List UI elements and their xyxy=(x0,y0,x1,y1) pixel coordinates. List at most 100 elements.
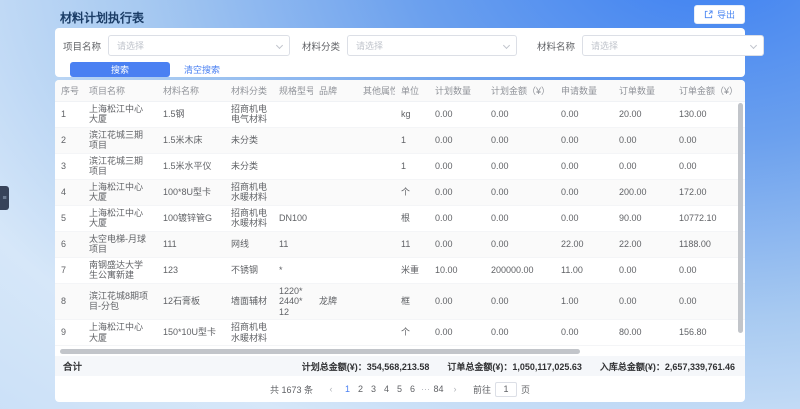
table-cell: 123 xyxy=(157,257,225,283)
table-cell: 南钢盛达大学生公寓新建 xyxy=(83,257,157,283)
table-row: 6太空电梯-月球项目111网线11110.000.0022.0022.00118… xyxy=(55,231,745,257)
table-cell: 滨江花城三期项目 xyxy=(83,127,157,153)
table-cell: 6 xyxy=(55,231,83,257)
summary-row: 合计 计划总金额(¥)：354,568,213.58订单总金额(¥)：1,050… xyxy=(55,356,745,376)
table-cell: 11.00 xyxy=(555,257,613,283)
table-cell: 0.00 xyxy=(555,179,613,205)
page-button-84[interactable]: 84 xyxy=(432,384,445,394)
table-cell: 130.00 xyxy=(673,101,745,127)
filter-field-project: 项目名称 xyxy=(63,35,290,56)
table-cell: 根 xyxy=(395,205,429,231)
horizontal-scrollbar[interactable] xyxy=(60,349,580,354)
goto-page-input[interactable] xyxy=(495,382,517,397)
summary-total: 订单总金额(¥)：1,050,117,025.63 xyxy=(447,360,582,373)
table-cell: 2 xyxy=(55,127,83,153)
page-button-5[interactable]: 5 xyxy=(393,384,406,394)
table-cell: 156.80 xyxy=(673,320,745,346)
filter-field-material-category: 材料分类 xyxy=(302,35,517,56)
table-cell: 5 xyxy=(55,205,83,231)
table-cell: 0.00 xyxy=(555,127,613,153)
table-cell: 0.00 xyxy=(429,127,485,153)
filter-field-material-name: 材料名称 xyxy=(537,35,764,56)
summary-total: 入库总金额(¥)：2,657,339,761.46 xyxy=(600,360,735,373)
goto-suffix: 页 xyxy=(521,383,530,396)
material-category-select[interactable] xyxy=(347,35,517,56)
page-button-1[interactable]: 1 xyxy=(341,384,354,394)
table-cell: 200000.00 xyxy=(485,257,555,283)
table-cell xyxy=(313,153,357,179)
table-cell: 0.00 xyxy=(673,257,745,283)
table-cell: 0.00 xyxy=(485,283,555,320)
export-icon xyxy=(704,10,713,19)
table-cell: kg xyxy=(395,101,429,127)
sidebar-expand-handle[interactable]: ≡ xyxy=(0,186,9,210)
expand-icon: ≡ xyxy=(2,195,6,202)
table-cell: 20.00 xyxy=(613,101,673,127)
page: 材料计划执行表 导出 ≡ 项目名称 材料分类 xyxy=(0,0,800,409)
vertical-scrollbar[interactable] xyxy=(738,103,743,333)
page-button-3[interactable]: 3 xyxy=(367,384,380,394)
table-cell xyxy=(313,101,357,127)
table-cell: 1.5米水平仪 xyxy=(157,153,225,179)
filter-label: 项目名称 xyxy=(63,39,101,53)
table-cell: 200.00 xyxy=(613,179,673,205)
filter-label: 材料名称 xyxy=(537,39,575,53)
table-cell: 150*10U型卡 xyxy=(157,320,225,346)
table-cell: 10.00 xyxy=(429,257,485,283)
table-cell: 0.00 xyxy=(555,320,613,346)
pagination-total: 共 1673 条 xyxy=(270,383,313,396)
table-cell xyxy=(357,320,395,346)
table-cell: 0.00 xyxy=(429,205,485,231)
table-cell: 0.00 xyxy=(555,153,613,179)
page-ellipsis: ··· xyxy=(419,384,432,394)
table-cell: 米重 xyxy=(395,257,429,283)
next-page-icon[interactable]: › xyxy=(449,384,461,394)
table-row: 8滨江花城8期项目-分包12石膏板墙面辅材1220*2440*12龙牌框0.00… xyxy=(55,283,745,320)
export-button[interactable]: 导出 xyxy=(694,5,745,24)
table-cell: 10772.10 xyxy=(673,205,745,231)
table-cell: 墙面辅材 xyxy=(225,283,273,320)
table-cell xyxy=(357,231,395,257)
page-button-6[interactable]: 6 xyxy=(406,384,419,394)
table-cell: 8 xyxy=(55,283,83,320)
table-cell xyxy=(313,320,357,346)
table-cell: 0.00 xyxy=(485,153,555,179)
table-cell: 0.00 xyxy=(429,320,485,346)
search-button[interactable]: 搜索 xyxy=(70,62,170,77)
column-header-7: 其他属性 xyxy=(357,80,395,101)
table-cell: 0.00 xyxy=(429,283,485,320)
table-cell: 上海松江中心大厦 xyxy=(83,101,157,127)
table-row: 4上海松江中心大厦100*8U型卡招商机电 水暖材料个0.000.000.002… xyxy=(55,179,745,205)
table-cell: 80.00 xyxy=(613,320,673,346)
table-cell xyxy=(273,320,313,346)
table-cell: DN100 xyxy=(273,205,313,231)
table-cell: 1220*2440*12 xyxy=(273,283,313,320)
table-row: 3滨江花城三期项目1.5米水平仪未分类10.000.000.000.000.00 xyxy=(55,153,745,179)
table-cell: 1.5米木床 xyxy=(157,127,225,153)
column-header-2: 项目名称 xyxy=(83,80,157,101)
table-row: 5上海松江中心大厦100镀锌管G招商机电 水暖材料DN100根0.000.000… xyxy=(55,205,745,231)
table-cell xyxy=(357,205,395,231)
table-cell: 滨江花城三期项目 xyxy=(83,153,157,179)
page-button-4[interactable]: 4 xyxy=(380,384,393,394)
column-header-4: 材料分类 xyxy=(225,80,273,101)
column-header-11: 申请数量 xyxy=(555,80,613,101)
table-cell: 网线 xyxy=(225,231,273,257)
pagination: 共 1673 条 ‹ 123456···84 › 前往 页 xyxy=(55,376,745,402)
table-cell: 1 xyxy=(395,153,429,179)
table-cell: 100镀锌管G xyxy=(157,205,225,231)
page-title: 材料计划执行表 xyxy=(60,9,144,26)
project-name-select[interactable] xyxy=(108,35,290,56)
material-name-select[interactable] xyxy=(582,35,764,56)
table-cell: 上海松江中心大厦 xyxy=(83,179,157,205)
table-cell: 滨江花城8期项目-分包 xyxy=(83,283,157,320)
clear-search-link[interactable]: 清空搜索 xyxy=(184,63,220,76)
table-cell: 0.00 xyxy=(613,127,673,153)
page-button-2[interactable]: 2 xyxy=(354,384,367,394)
table-cell: 0.00 xyxy=(613,153,673,179)
table-cell: 0.00 xyxy=(429,153,485,179)
table-cell: 7 xyxy=(55,257,83,283)
table-cell: 1.00 xyxy=(555,283,613,320)
prev-page-icon[interactable]: ‹ xyxy=(325,384,337,394)
goto-prefix: 前往 xyxy=(473,383,491,396)
